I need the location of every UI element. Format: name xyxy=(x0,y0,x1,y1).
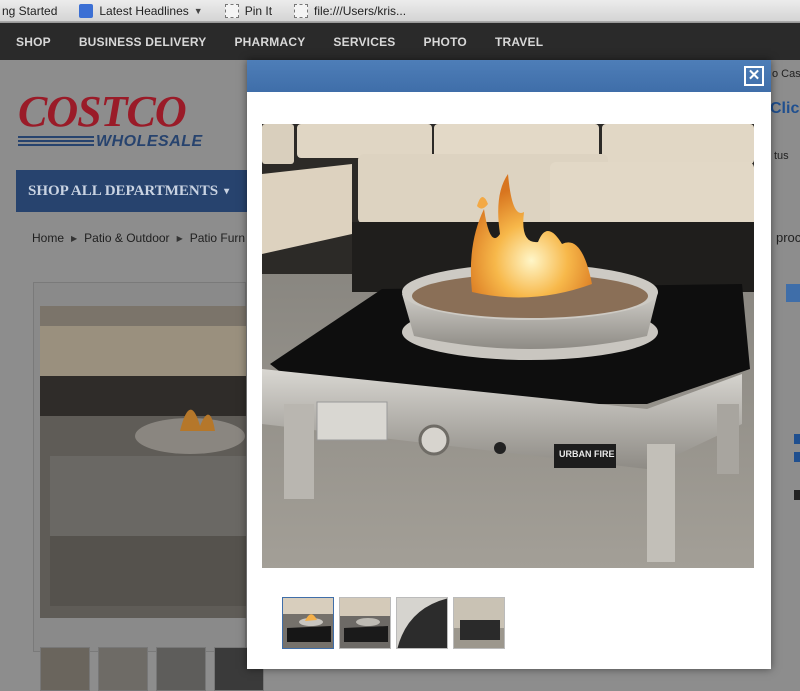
side-tab[interactable] xyxy=(786,284,800,302)
site-nav: SHOP BUSINESS DELIVERY PHARMACY SERVICES… xyxy=(0,23,800,60)
nav-item-shop[interactable]: SHOP xyxy=(16,35,51,49)
bookmark-getting-started[interactable]: ng Started xyxy=(2,4,57,18)
chevron-down-icon: ▼ xyxy=(193,5,203,16)
nav-item-services[interactable]: SERVICES xyxy=(333,35,395,49)
lightbox-thumb-3[interactable] xyxy=(396,597,448,649)
breadcrumb: Home ▶ Patio & Outdoor ▶ Patio Furn xyxy=(32,231,245,245)
header-snippet-status: tus xyxy=(774,150,789,162)
side-snippet-lines xyxy=(794,434,800,500)
lightbox-thumbnails xyxy=(282,597,510,649)
nav-item-business-delivery[interactable]: BUSINESS DELIVERY xyxy=(79,35,207,49)
lightbox-main-image: URBAN FIRE xyxy=(262,124,754,568)
image-lightbox: ✕ URBAN FIRE xyxy=(247,60,771,669)
logo-sub: WHOLESALE xyxy=(96,133,203,150)
costco-logo[interactable]: COSTCO WHOLESALE xyxy=(18,90,203,150)
header-snippet-click[interactable]: Click xyxy=(770,100,800,118)
nav-item-pharmacy[interactable]: PHARMACY xyxy=(234,35,305,49)
lightbox-thumb-2[interactable] xyxy=(339,597,391,649)
breadcrumb-home[interactable]: Home xyxy=(32,231,64,245)
product-thumb[interactable] xyxy=(156,647,206,691)
page-icon xyxy=(224,3,239,18)
chevron-down-icon: ▾ xyxy=(224,185,230,197)
product-thumb[interactable] xyxy=(98,647,148,691)
bookmark-label: ng Started xyxy=(2,3,58,18)
logo-main: COSTCO xyxy=(18,87,187,136)
header-snippet-product: proc xyxy=(776,230,800,245)
bookmark-label: Latest Headlines xyxy=(99,3,189,18)
shop-all-departments-button[interactable]: SHOP ALL DEPARTMENTS ▾ xyxy=(16,170,244,212)
product-thumb[interactable] xyxy=(40,647,90,691)
close-icon[interactable]: ✕ xyxy=(744,66,764,86)
dept-label: SHOP ALL DEPARTMENTS xyxy=(28,182,219,199)
bookmark-label: Pin It xyxy=(244,3,273,18)
rss-icon xyxy=(79,3,94,18)
product-thumbnails xyxy=(40,647,272,691)
bookmark-label: file:///Users/kris... xyxy=(314,3,407,18)
breadcrumb-patio-outdoor[interactable]: Patio & Outdoor xyxy=(84,231,169,245)
lightbox-header: ✕ xyxy=(247,60,771,92)
chevron-right-icon: ▶ xyxy=(176,233,183,243)
nav-item-photo[interactable]: PHOTO xyxy=(423,35,466,49)
lightbox-thumb-4[interactable] xyxy=(453,597,505,649)
product-image[interactable] xyxy=(40,306,246,618)
bookmark-file[interactable]: file:///Users/kris... xyxy=(294,3,407,18)
lightbox-thumb-1[interactable] xyxy=(282,597,334,649)
bookmarks-bar: ng Started Latest Headlines ▼ Pin It fil… xyxy=(0,0,800,22)
header-snippet-cash: o Cash xyxy=(772,68,800,80)
nav-item-travel[interactable]: TRAVEL xyxy=(495,35,543,49)
brand-plate-text: URBAN FIRE xyxy=(559,449,615,459)
bookmark-latest-headlines[interactable]: Latest Headlines ▼ xyxy=(79,3,203,18)
chevron-right-icon: ▶ xyxy=(71,233,78,243)
breadcrumb-patio-furniture[interactable]: Patio Furn xyxy=(190,231,245,245)
logo-stripes xyxy=(18,136,94,146)
bookmark-pin-it[interactable]: Pin It xyxy=(224,3,273,18)
page-icon xyxy=(294,3,309,18)
